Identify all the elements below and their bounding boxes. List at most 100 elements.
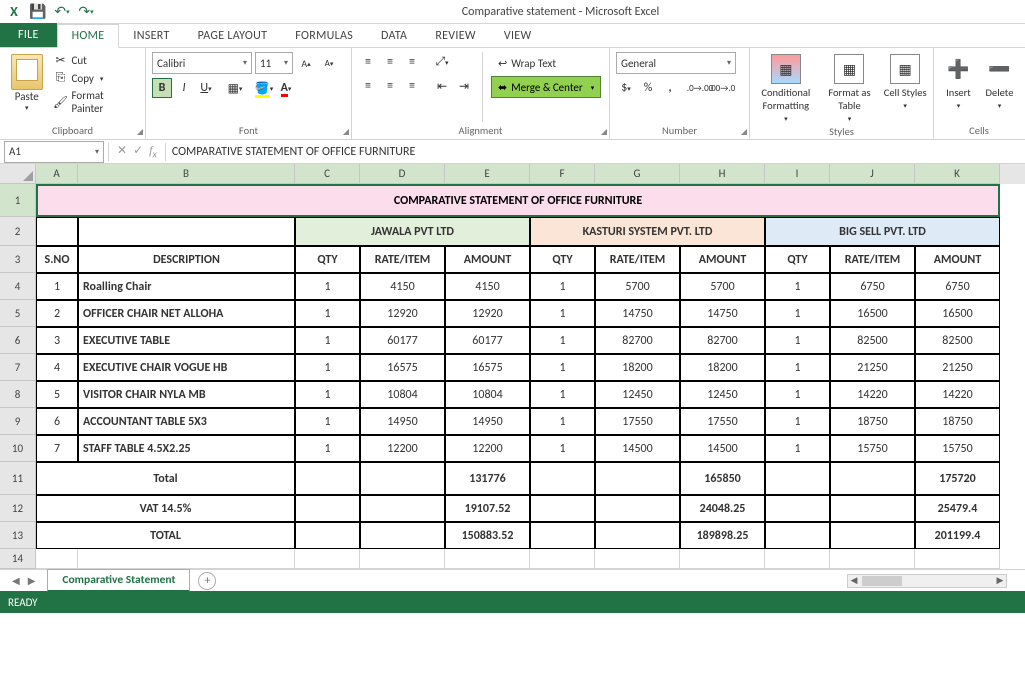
cell[interactable]: 1	[295, 381, 360, 408]
cell[interactable]: 21250	[915, 354, 1000, 381]
cell[interactable]	[530, 495, 595, 522]
sheet-tab-active[interactable]: Comparative Statement	[47, 569, 190, 592]
number-launcher-icon[interactable]: ◢	[741, 127, 747, 137]
sheet-nav-first-icon[interactable]: ◀	[12, 574, 20, 587]
clipboard-launcher-icon[interactable]: ◢	[137, 127, 143, 137]
cell[interactable]: 19107.52	[445, 495, 530, 522]
cell[interactable]: KASTURI SYSTEM PVT. LTD	[530, 217, 765, 246]
cell[interactable]: 1	[530, 300, 595, 327]
column-header-D[interactable]: D	[360, 164, 445, 184]
align-left-button[interactable]: ≡	[358, 76, 378, 96]
cell[interactable]	[680, 549, 765, 569]
column-header-C[interactable]: C	[295, 164, 360, 184]
row-header-10[interactable]: 10	[0, 435, 36, 462]
copy-button[interactable]: ⎘Copy▾	[52, 70, 139, 86]
cell[interactable]: EXECUTIVE CHAIR VOGUE HB	[78, 354, 295, 381]
cell[interactable]: 12450	[680, 381, 765, 408]
cell[interactable]: 1	[530, 354, 595, 381]
cell[interactable]: 189898.25	[680, 522, 765, 549]
column-header-J[interactable]: J	[830, 164, 915, 184]
cell[interactable]: 1	[295, 300, 360, 327]
cell[interactable]: STAFF TABLE 4.5X2.25	[78, 435, 295, 462]
row-header-1[interactable]: 1	[0, 184, 36, 217]
cell[interactable]: 201199.4	[915, 522, 1000, 549]
cell[interactable]: 1	[295, 273, 360, 300]
cell[interactable]: Total	[36, 462, 295, 495]
cell[interactable]: 14950	[445, 408, 530, 435]
cell[interactable]: 82500	[915, 327, 1000, 354]
cell[interactable]: 16500	[915, 300, 1000, 327]
wrap-text-button[interactable]: ↩Wrap Text	[491, 52, 601, 74]
add-sheet-button[interactable]: +	[198, 572, 216, 590]
horizontal-scrollbar[interactable]: ◀ ▶	[847, 574, 1007, 588]
cell[interactable]: 1	[765, 327, 830, 354]
cell[interactable]: TOTAL	[36, 522, 295, 549]
underline-button[interactable]: U▾	[196, 78, 216, 98]
tab-formulas[interactable]: FORMULAS	[281, 25, 367, 47]
tab-page-layout[interactable]: PAGE LAYOUT	[184, 25, 282, 47]
border-button[interactable]: ▦▾	[225, 78, 245, 98]
cell[interactable]	[445, 549, 530, 569]
row-header-5[interactable]: 5	[0, 300, 36, 327]
font-name-select[interactable]: Calibri▾	[152, 52, 252, 74]
save-icon[interactable]: 💾	[28, 2, 48, 22]
cell[interactable]	[595, 549, 680, 569]
cell[interactable]	[530, 462, 595, 495]
cell[interactable]: 17550	[595, 408, 680, 435]
row-header-2[interactable]: 2	[0, 217, 36, 246]
orientation-button[interactable]: ⤢▾	[432, 52, 452, 72]
cell[interactable]: 5700	[595, 273, 680, 300]
tab-data[interactable]: DATA	[367, 25, 421, 47]
row-header-6[interactable]: 6	[0, 327, 36, 354]
cell[interactable]: 150883.52	[445, 522, 530, 549]
row-header-8[interactable]: 8	[0, 381, 36, 408]
cell[interactable]	[595, 495, 680, 522]
cell[interactable]: 1	[530, 435, 595, 462]
cell[interactable]: 165850	[680, 462, 765, 495]
cell[interactable]: 1	[765, 300, 830, 327]
cell[interactable]	[78, 217, 295, 246]
increase-decimal-button[interactable]: .0→.00	[690, 78, 710, 98]
cell[interactable]: QTY	[530, 246, 595, 273]
cell[interactable]: AMOUNT	[680, 246, 765, 273]
cell[interactable]: 16575	[360, 354, 445, 381]
tab-home[interactable]: HOME	[57, 24, 120, 48]
cell[interactable]: EXECUTIVE TABLE	[78, 327, 295, 354]
cell[interactable]: 60177	[445, 327, 530, 354]
cell[interactable]: 24048.25	[680, 495, 765, 522]
cell[interactable]: 175720	[915, 462, 1000, 495]
tab-view[interactable]: VIEW	[490, 25, 546, 47]
format-painter-button[interactable]: 🖌Format Painter	[52, 88, 139, 116]
conditional-formatting-button[interactable]: ▦ Conditional Formatting ▾	[756, 52, 816, 123]
cell[interactable]: 82700	[680, 327, 765, 354]
cell[interactable]	[360, 495, 445, 522]
font-launcher-icon[interactable]: ◢	[343, 127, 349, 137]
cell[interactable]: 1	[36, 273, 78, 300]
cell[interactable]	[765, 495, 830, 522]
row-header-3[interactable]: 3	[0, 246, 36, 273]
cell[interactable]: 6	[36, 408, 78, 435]
cell[interactable]	[765, 462, 830, 495]
row-header-12[interactable]: 12	[0, 495, 36, 522]
cell[interactable]: 1	[765, 408, 830, 435]
cell[interactable]	[295, 522, 360, 549]
column-header-K[interactable]: K	[915, 164, 1000, 184]
cell[interactable]: 17550	[680, 408, 765, 435]
column-header-B[interactable]: B	[78, 164, 295, 184]
cell[interactable]: 4150	[360, 273, 445, 300]
cell[interactable]: 16500	[830, 300, 915, 327]
cell[interactable]: 18750	[915, 408, 1000, 435]
cell[interactable]: 131776	[445, 462, 530, 495]
cell[interactable]: 1	[765, 273, 830, 300]
cells-area[interactable]: COMPARATIVE STATEMENT OF OFFICE FURNITUR…	[36, 184, 1025, 569]
cell[interactable]	[830, 522, 915, 549]
tab-insert[interactable]: INSERT	[119, 25, 183, 47]
cell[interactable]: 6750	[915, 273, 1000, 300]
cell[interactable]	[36, 549, 78, 569]
cell[interactable]: 15750	[830, 435, 915, 462]
cell[interactable]: OFFICER CHAIR NET ALLOHA	[78, 300, 295, 327]
number-format-select[interactable]: General▾	[616, 52, 736, 74]
cell[interactable]: 1	[295, 408, 360, 435]
cell[interactable]	[360, 462, 445, 495]
cell[interactable]: 1	[530, 381, 595, 408]
